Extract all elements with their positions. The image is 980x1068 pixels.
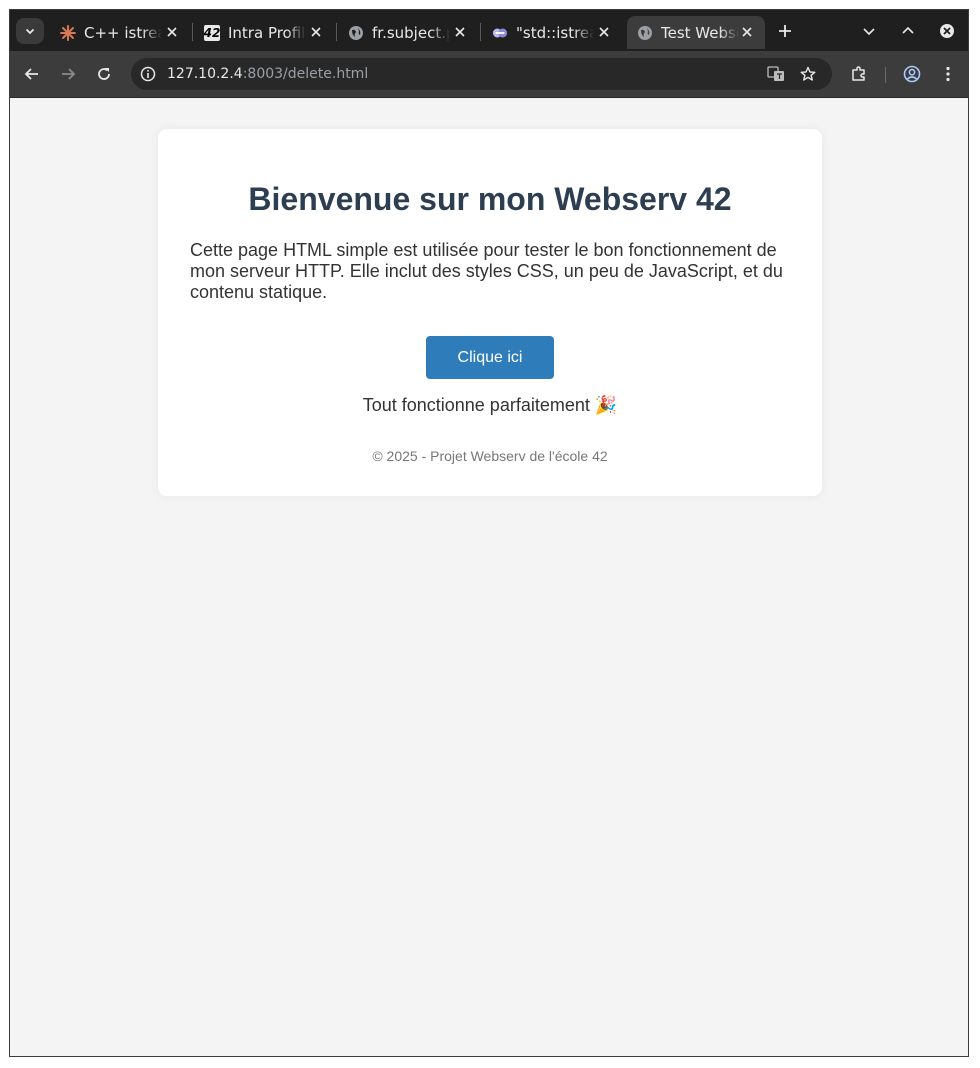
cplusplus-icon	[492, 25, 508, 41]
back-button[interactable]	[20, 62, 44, 86]
globe-icon	[637, 25, 653, 41]
page-viewport: Bienvenue sur mon Webserv 42 Cette page …	[10, 98, 968, 1056]
forward-button[interactable]	[56, 62, 80, 86]
browser-toolbar: 127.10.2.4:8003/delete.html	[10, 51, 968, 98]
site-info-icon[interactable]	[140, 66, 156, 87]
tab-title: fr.subject.pdf	[372, 23, 450, 42]
chevron-up-icon	[902, 26, 914, 34]
extensions-button[interactable]	[847, 62, 871, 86]
page-footer: © 2025 - Projet Webserv de l'école 42	[372, 448, 608, 464]
menu-button[interactable]	[936, 62, 960, 86]
more-vert-icon	[946, 66, 950, 82]
url-host: 127.10.2.4	[167, 66, 243, 82]
window-maximize-button[interactable]	[897, 20, 919, 42]
window-close-button[interactable]	[936, 20, 958, 42]
tab-title: C++ istream	[84, 23, 162, 42]
claude-icon	[60, 24, 76, 41]
close-icon[interactable]	[308, 24, 324, 40]
url-text[interactable]: 127.10.2.4:8003/delete.html	[167, 66, 368, 82]
tab-cpp-istream[interactable]: C++ istream	[50, 16, 190, 49]
close-icon[interactable]	[739, 24, 755, 40]
chevron-down-icon	[25, 28, 35, 35]
tab-separator	[480, 23, 481, 41]
toolbar-divider	[885, 67, 886, 83]
page-heading: Bienvenue sur mon Webserv 42	[248, 181, 732, 217]
plus-icon	[779, 25, 791, 37]
url-path: :8003/delete.html	[242, 66, 369, 82]
close-circle-icon	[940, 24, 954, 38]
arrow-right-icon	[62, 68, 76, 80]
tab-search-button[interactable]	[16, 18, 44, 44]
tab-std-istream[interactable]: "std::istream	[482, 16, 622, 49]
new-tab-button[interactable]	[774, 20, 796, 42]
puzzle-icon	[852, 66, 865, 81]
reload-button[interactable]	[92, 62, 116, 86]
tab-fr-subject[interactable]: fr.subject.pdf	[338, 16, 478, 49]
bookmark-star-icon[interactable]	[800, 66, 816, 87]
window-minimize-button[interactable]	[858, 20, 880, 42]
tab-title: "std::istream	[516, 23, 594, 42]
close-icon[interactable]	[164, 24, 180, 40]
tab-intra-profile[interactable]: 42 Intra Profile	[194, 16, 334, 49]
close-icon[interactable]	[452, 24, 468, 40]
tab-title: Intra Profile	[228, 23, 306, 42]
42-logo-icon: 42	[203, 24, 221, 41]
profile-button[interactable]	[900, 62, 924, 86]
globe-icon	[348, 25, 364, 41]
tab-test-webserv[interactable]: Test Webserv	[627, 16, 765, 49]
browser-window: C++ istream 42 Intra Profile fr.subject.…	[9, 9, 969, 1057]
arrow-left-icon	[24, 68, 38, 80]
status-message: Tout fonctionne parfaitement 🎉	[362, 395, 618, 415]
address-bar[interactable]: 127.10.2.4:8003/delete.html	[131, 58, 832, 90]
close-icon[interactable]	[596, 24, 612, 40]
tab-separator	[336, 23, 337, 41]
translate-icon[interactable]	[767, 66, 785, 87]
intro-paragraph: Cette page HTML simple est utilisée pour…	[190, 240, 783, 302]
tab-separator	[192, 23, 193, 41]
tab-strip: C++ istream 42 Intra Profile fr.subject.…	[10, 10, 968, 51]
click-here-button[interactable]: Clique ici	[426, 336, 554, 379]
account-icon	[903, 65, 921, 83]
reload-icon	[98, 68, 110, 80]
tab-title: Test Webserv	[661, 23, 739, 42]
chevron-down-icon	[863, 28, 875, 36]
content-card: Bienvenue sur mon Webserv 42 Cette page …	[158, 129, 822, 496]
